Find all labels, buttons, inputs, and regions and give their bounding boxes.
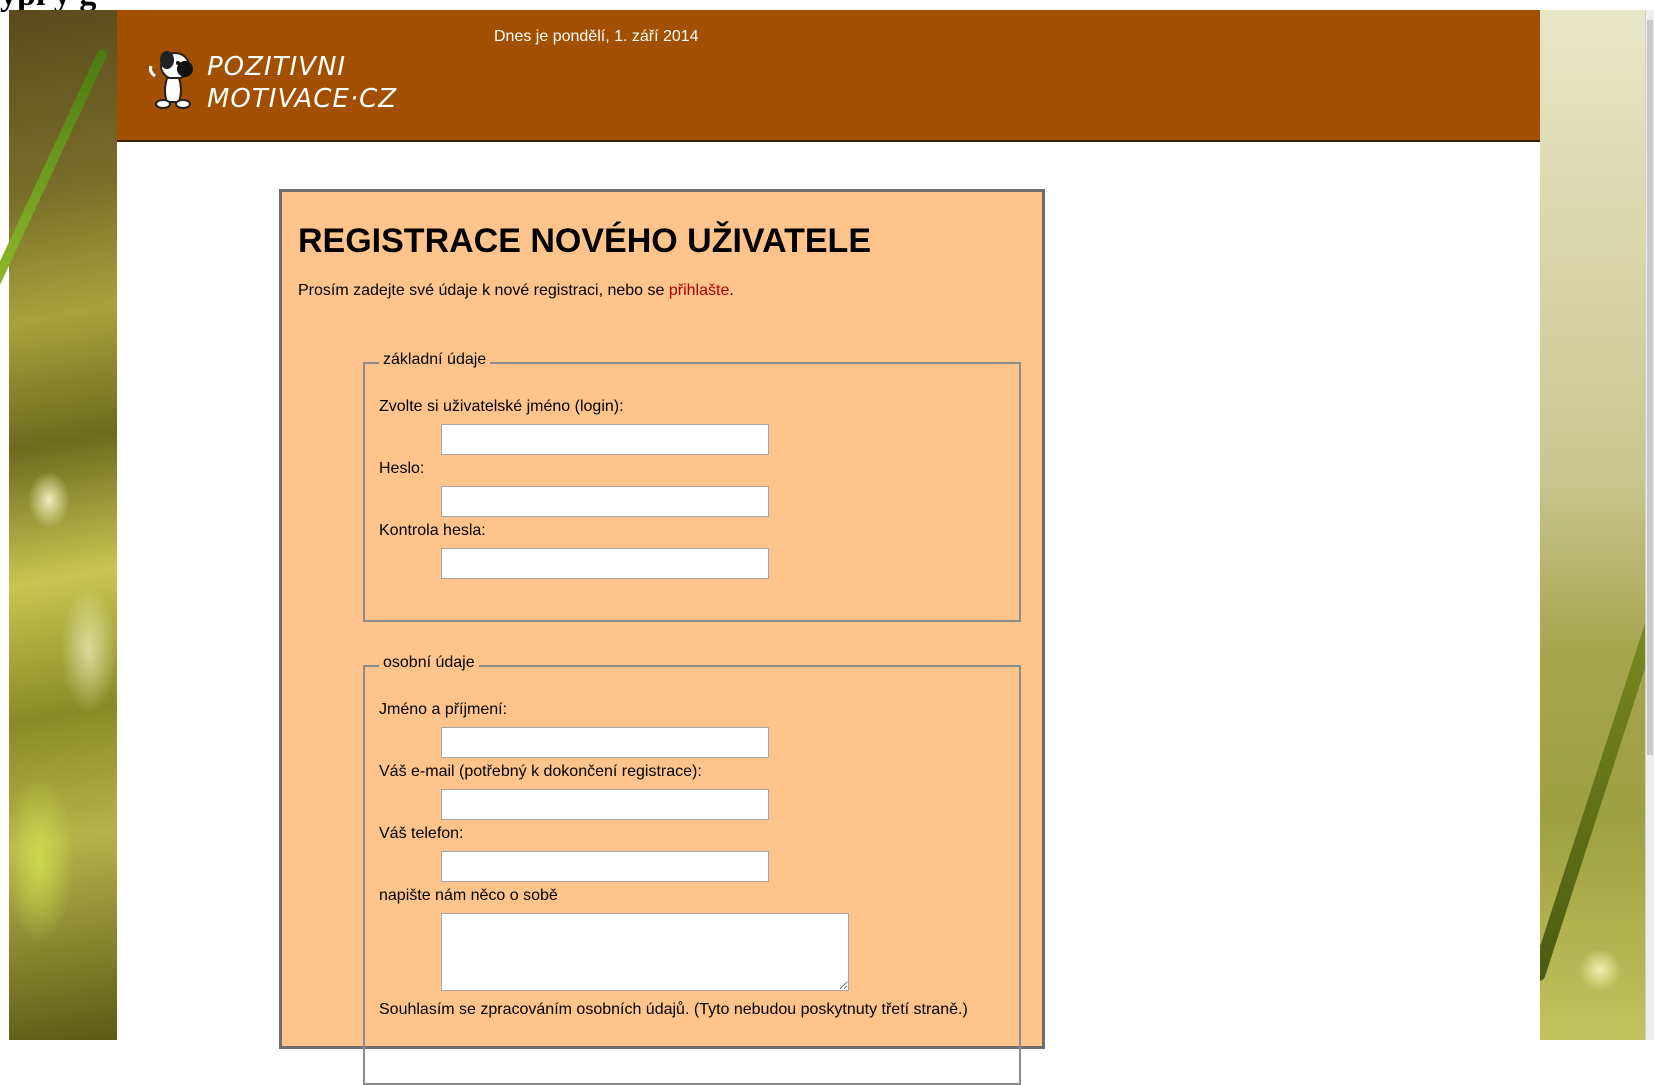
background-grass-left <box>0 10 117 1040</box>
scrollbar-thumb[interactable] <box>1647 20 1653 755</box>
site-logo[interactable]: POZITIVNI MOTIVACE·CZ <box>145 32 398 114</box>
logo-text-line1: POZITIVNI <box>207 52 347 82</box>
registration-form-panel: REGISTRACE NOVÉHO UŽIVATELE Prosím zadej… <box>279 189 1045 1085</box>
email-label: Váš e-mail (potřebný k dokončení registr… <box>379 763 702 780</box>
fieldset-personal-info: osobní údaje Jméno a příjmení: Váš e-mai… <box>363 654 1021 1085</box>
consent-label: Souhlasím se zpracováním osobních údajů.… <box>379 1001 968 1018</box>
login-input[interactable] <box>441 424 769 455</box>
grass-blade <box>0 47 109 288</box>
logo-text-line2: MOTIVACE·CZ <box>207 84 398 114</box>
background-grass-right <box>1529 10 1654 1040</box>
login-label: Zvolte si uživatelské jméno (login): <box>379 398 624 415</box>
about-label: napište nám něco o sobě <box>379 887 558 904</box>
password-check-input[interactable] <box>441 548 769 579</box>
about-textarea[interactable] <box>441 913 849 991</box>
site-header: POZITIVNI MOTIVACE·CZ Dnes je pondělí, 1… <box>117 10 1540 142</box>
password-input[interactable] <box>441 486 769 517</box>
intro-text-main: Prosím zadejte své údaje k nové registra… <box>298 282 665 299</box>
form-title: REGISTRACE NOVÉHO UŽIVATELE <box>298 222 872 260</box>
password-label: Heslo: <box>379 460 425 477</box>
intro-text-end: . <box>729 282 734 299</box>
name-input[interactable] <box>441 727 769 758</box>
intro-text: Prosím zadejte své údaje k nové registra… <box>298 282 734 300</box>
vertical-scrollbar[interactable] <box>1645 10 1654 1040</box>
email-input[interactable] <box>441 789 769 820</box>
fieldset-legend-basic: základní údaje <box>379 351 491 369</box>
fieldset-basic-info: základní údaje Zvolte si uživatelské jmé… <box>363 351 1021 622</box>
phone-label: Váš telefon: <box>379 825 464 842</box>
password-check-label: Kontrola hesla: <box>379 522 486 539</box>
login-link[interactable]: přihlašte <box>669 282 729 299</box>
current-date: Dnes je pondělí, 1. září 2014 <box>494 28 699 45</box>
fieldset-legend-personal: osobní údaje <box>379 654 479 672</box>
grass-blade <box>1529 617 1654 983</box>
phone-input[interactable] <box>441 851 769 882</box>
name-label: Jméno a příjmení: <box>379 701 508 718</box>
dog-logo-icon <box>149 51 193 109</box>
